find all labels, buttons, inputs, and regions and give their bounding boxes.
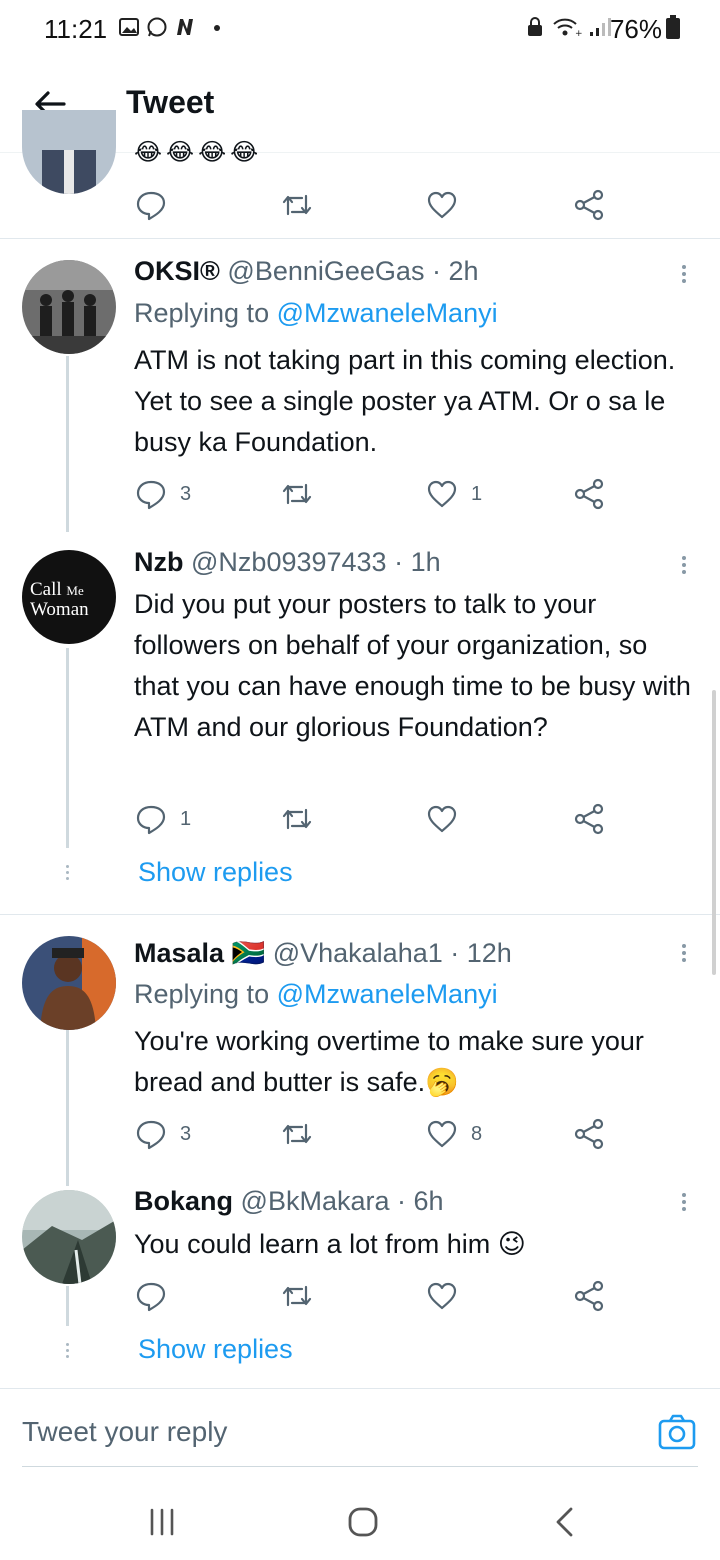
author-handle[interactable]: @BkMakara (241, 1186, 390, 1216)
more-options-icon[interactable] (682, 553, 688, 577)
avatar-text-line1: Call (30, 579, 62, 600)
share-icon[interactable] (572, 477, 606, 511)
replying-to-label: Replying to (134, 298, 270, 328)
share-icon[interactable] (572, 1117, 606, 1151)
author-handle[interactable]: @Nzb09397433 (191, 547, 387, 577)
show-replies-link[interactable]: Show replies (138, 857, 293, 888)
reply-box-divider (0, 1388, 720, 1389)
reply-icon[interactable] (134, 1279, 168, 1313)
share-icon[interactable] (572, 188, 606, 222)
more-options-icon[interactable] (682, 1190, 688, 1214)
author-name[interactable]: Bokang (134, 1186, 233, 1216)
replying-to-handle[interactable]: @MzwaneleManyi (277, 298, 498, 328)
retweet-icon[interactable] (280, 1117, 314, 1151)
recent-apps-icon[interactable] (142, 1502, 182, 1542)
author-handle[interactable]: @BenniGeeGas (227, 256, 424, 286)
home-icon[interactable] (343, 1502, 383, 1542)
tweet-text: ATM is not taking part in this coming el… (134, 345, 676, 457)
camera-icon[interactable] (656, 1412, 698, 1454)
avatar-text-line1b: Me (66, 583, 84, 598)
reply-count: 1 (180, 808, 192, 830)
partial-tweet-emoji: 😂😂😂😂 (134, 139, 263, 166)
tweet-author-line: Nzb @Nzb09397433 · 1h (134, 547, 441, 578)
back-nav-icon[interactable] (546, 1502, 586, 1542)
thread-line (66, 356, 69, 532)
reply-icon[interactable] (134, 188, 168, 222)
avatar[interactable] (22, 1190, 116, 1284)
retweet-icon[interactable] (280, 802, 314, 836)
reply-input[interactable]: Tweet your reply (22, 1416, 227, 1448)
replying-to-handle[interactable]: @MzwaneleManyi (277, 979, 498, 1009)
more-options-icon[interactable] (682, 262, 688, 286)
reply-icon[interactable] (134, 1117, 168, 1151)
tweet-text: You could learn a lot from him 😉 (134, 1229, 526, 1259)
thread-gap-dots (66, 862, 70, 883)
lock-icon (528, 17, 542, 36)
tweet-time: · 6h (397, 1186, 444, 1216)
thread-gap-dots (66, 1340, 70, 1361)
news-notification-icon (177, 19, 193, 35)
author-name[interactable]: OKSI® (134, 256, 220, 286)
gallery-notification-icon (119, 18, 139, 36)
thread-line (66, 1030, 69, 1186)
replying-to-label: Replying to (134, 979, 270, 1009)
share-icon[interactable] (572, 1279, 606, 1313)
like-icon[interactable] (425, 1279, 459, 1313)
retweet-icon[interactable] (280, 477, 314, 511)
tweet-text: Did you put your posters to talk to your… (134, 589, 691, 742)
like-icon[interactable] (425, 477, 459, 511)
reply-count: 3 (180, 1123, 192, 1145)
more-notifications-dot-icon (214, 25, 220, 31)
scrollbar[interactable] (712, 690, 716, 975)
like-count: 1 (471, 483, 483, 505)
avatar[interactable] (22, 260, 116, 354)
svg-text:+: + (575, 29, 583, 38)
author-name[interactable]: Nzb (134, 547, 184, 577)
tweet-author-line: Bokang @BkMakara · 6h (134, 1186, 444, 1217)
reply-count: 3 (180, 483, 192, 505)
tweet-divider (0, 914, 720, 915)
tweet-divider (0, 238, 720, 239)
status-time: 11:21 (44, 14, 108, 44)
retweet-icon[interactable] (280, 1279, 314, 1313)
thread-line (66, 1286, 69, 1326)
replying-to-line: Replying to @MzwaneleManyi (134, 298, 498, 329)
author-handle[interactable]: @Vhakalaha1 (273, 938, 443, 968)
retweet-icon[interactable] (280, 188, 314, 222)
like-icon[interactable] (425, 1117, 459, 1151)
battery-percentage: 76% (609, 14, 662, 44)
flag-emoji: 🇿🇦 (231, 938, 266, 968)
share-icon[interactable] (572, 802, 606, 836)
author-name[interactable]: Masala (134, 938, 224, 968)
tweet-time: · 12h (450, 938, 512, 968)
wifi-icon: + (553, 18, 583, 38)
thread-line (66, 648, 69, 848)
partial-tweet-avatar[interactable] (22, 110, 116, 194)
tweet-time: · 1h (394, 547, 441, 577)
like-count: 8 (471, 1123, 483, 1145)
show-replies-link[interactable]: Show replies (138, 1334, 293, 1365)
replying-to-line: Replying to @MzwaneleManyi (134, 979, 498, 1010)
avatar-text-line2: Woman (30, 599, 89, 620)
like-icon[interactable] (425, 188, 459, 222)
page-title: Tweet (126, 84, 215, 120)
tweet-author-line: OKSI® @BenniGeeGas · 2h (134, 256, 478, 287)
more-options-icon[interactable] (682, 941, 688, 965)
reply-underline (22, 1466, 698, 1467)
tweet-author-line: Masala 🇿🇦 @Vhakalaha1 · 12h (134, 937, 512, 969)
whatsapp-notification-icon (147, 17, 167, 37)
reply-icon[interactable] (134, 477, 168, 511)
avatar[interactable]: Call Me Woman (22, 550, 116, 644)
avatar[interactable] (22, 936, 116, 1030)
tweet-time: · 2h (431, 256, 479, 286)
battery-icon (666, 15, 680, 39)
tweet-text: You're working overtime to make sure you… (134, 1026, 644, 1097)
like-icon[interactable] (425, 802, 459, 836)
reply-icon[interactable] (134, 802, 168, 836)
